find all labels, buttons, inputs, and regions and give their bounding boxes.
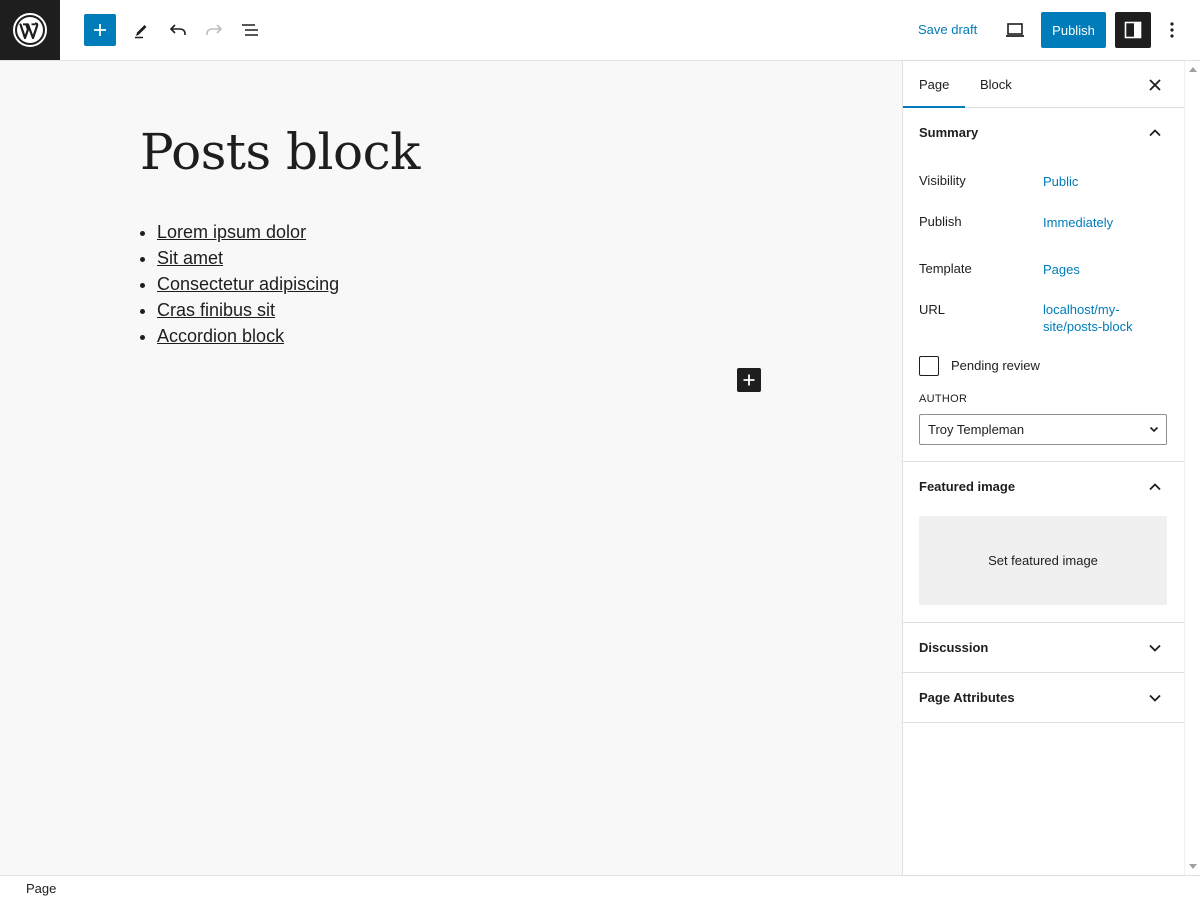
featured-image-panel-toggle[interactable]: Featured image [903, 462, 1184, 512]
add-block-button[interactable] [84, 14, 116, 46]
author-value: Troy Templeman [928, 422, 1025, 437]
tools-button[interactable] [125, 14, 157, 46]
scroll-down-arrow-icon[interactable] [1189, 864, 1197, 869]
pencil-icon [135, 25, 147, 39]
posts-list: Lorem ipsum dolor Sit amet Consectetur a… [157, 219, 339, 349]
tab-block[interactable]: Block [964, 61, 1028, 108]
chevron-down-icon [1149, 694, 1161, 702]
sidebar-tabs: Page Block [903, 61, 1184, 108]
post-link[interactable]: Lorem ipsum dolor [157, 222, 306, 242]
url-label: URL [919, 302, 946, 317]
tab-page[interactable]: Page [903, 61, 966, 108]
discussion-panel-toggle[interactable]: Discussion [903, 623, 1184, 673]
close-settings-button[interactable] [1143, 73, 1167, 97]
post-title[interactable]: Posts block [140, 123, 420, 181]
pending-review-label: Pending review [951, 358, 1040, 373]
author-select[interactable]: Troy Templeman [919, 414, 1167, 445]
publish-button[interactable]: Publish [1041, 12, 1106, 48]
set-featured-image-button[interactable]: Set featured image [919, 516, 1167, 605]
undo-icon [169, 24, 186, 35]
chevron-up-icon [1149, 129, 1161, 137]
redo-button[interactable] [198, 14, 230, 46]
editor-header: Save draft Publish [0, 0, 1200, 61]
summary-title: Summary [919, 125, 979, 140]
sidebar-icon [1124, 21, 1142, 39]
list-item: Accordion block [157, 323, 339, 349]
page-attributes-title: Page Attributes [919, 690, 1015, 705]
scroll-up-arrow-icon[interactable] [1189, 67, 1197, 72]
author-label: AUTHOR [919, 393, 968, 405]
post-link[interactable]: Consectetur adipiscing [157, 274, 339, 294]
list-view-icon [242, 24, 258, 36]
laptop-icon [1006, 23, 1024, 37]
post-link[interactable]: Sit amet [157, 248, 223, 268]
publish-date-value[interactable]: Immediately [1043, 214, 1113, 231]
plus-icon [743, 374, 755, 386]
settings-sidebar: Page Block Summary Visibility Public Pub… [902, 61, 1184, 875]
pending-review-checkbox[interactable] [919, 356, 939, 376]
visibility-label: Visibility [919, 173, 966, 188]
chevron-down-icon [1149, 426, 1159, 433]
settings-toggle-button[interactable] [1115, 12, 1151, 48]
list-item: Cras finibus sit [157, 297, 339, 323]
publish-label: Publish [919, 214, 962, 229]
sidebar-scrollbar[interactable] [1184, 61, 1200, 875]
chevron-down-icon [1149, 644, 1161, 652]
template-value[interactable]: Pages [1043, 261, 1080, 278]
plus-icon [94, 24, 106, 36]
post-link[interactable]: Cras finibus sit [157, 300, 275, 320]
wordpress-logo-icon[interactable] [0, 0, 60, 60]
document-overview-button[interactable] [234, 14, 266, 46]
undo-button[interactable] [162, 14, 194, 46]
list-item: Consectetur adipiscing [157, 271, 339, 297]
page-attributes-panel-toggle[interactable]: Page Attributes [903, 673, 1184, 723]
list-item: Sit amet [157, 245, 339, 271]
editor-footer: Page [0, 875, 1200, 900]
url-value[interactable]: localhost/my-site/posts-block [1043, 301, 1153, 335]
editor-canvas: Posts block Lorem ipsum dolor Sit amet C… [0, 61, 902, 875]
visibility-value[interactable]: Public [1043, 173, 1078, 190]
block-inserter-button[interactable] [737, 368, 761, 392]
save-draft-button[interactable]: Save draft [912, 14, 983, 46]
preview-button[interactable] [999, 14, 1031, 46]
post-link[interactable]: Accordion block [157, 326, 284, 346]
discussion-title: Discussion [919, 640, 989, 655]
breadcrumb[interactable]: Page [26, 876, 56, 900]
panel-divider [903, 722, 1184, 723]
template-label: Template [919, 261, 972, 276]
featured-image-title: Featured image [919, 479, 1016, 494]
summary-panel-toggle[interactable]: Summary [903, 108, 1184, 158]
close-icon [1149, 79, 1161, 91]
chevron-up-icon [1149, 483, 1161, 491]
list-item: Lorem ipsum dolor [157, 219, 339, 245]
more-vertical-icon [1170, 22, 1174, 38]
options-button[interactable] [1156, 14, 1188, 46]
redo-icon [206, 24, 223, 35]
